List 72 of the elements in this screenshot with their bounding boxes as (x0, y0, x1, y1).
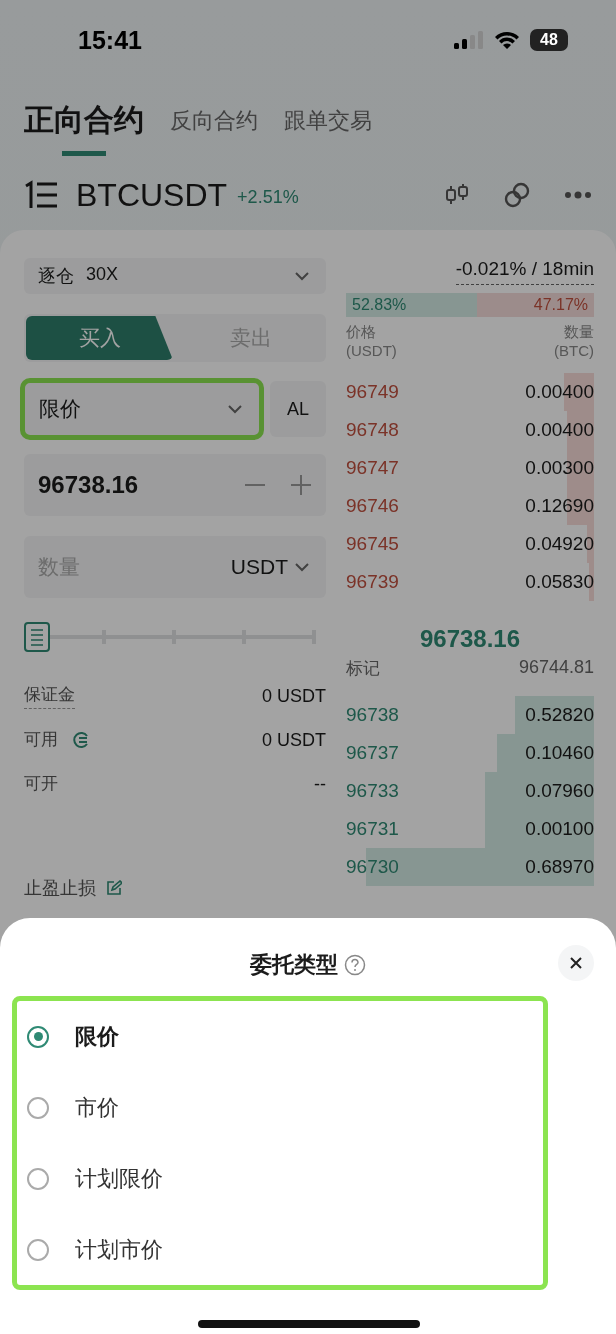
ask-price: 96745 (346, 533, 399, 555)
buy-ratio: 52.83% (352, 296, 407, 314)
sell-ratio: 47.17% (533, 296, 588, 314)
bid-price: 96733 (346, 780, 399, 802)
info-value: -- (314, 773, 326, 795)
transfer-icon[interactable] (72, 731, 90, 749)
more-icon[interactable] (564, 191, 592, 199)
order-type-option[interactable]: 计划限价 (17, 1148, 543, 1209)
mark-label: 标记 (346, 658, 380, 680)
slider-thumb-icon[interactable] (24, 622, 50, 652)
ask-price: 96748 (346, 419, 399, 441)
info-label: 保证金 (24, 683, 75, 709)
ask-price: 96739 (346, 571, 399, 593)
contract-tab[interactable]: 正向合约 (24, 100, 144, 156)
al-button[interactable]: AL (270, 381, 326, 437)
radio-icon[interactable] (27, 1167, 49, 1190)
link-icon[interactable] (504, 182, 530, 208)
plus-icon[interactable] (290, 474, 312, 496)
ask-quantity: 0.00400 (525, 419, 594, 441)
ask-price: 96749 (346, 381, 399, 403)
order-type-select[interactable]: 限价 (20, 378, 264, 440)
bid-quantity: 0.00100 (525, 818, 594, 840)
order-type-option[interactable]: 限价 (17, 1006, 543, 1067)
bid-price: 96731 (346, 818, 399, 840)
battery-indicator: 48 (530, 29, 568, 51)
ask-quantity: 0.00300 (525, 457, 594, 479)
close-icon (569, 956, 583, 970)
ask-quantity: 0.05830 (525, 571, 594, 593)
ask-quantity: 0.00400 (525, 381, 594, 403)
contract-tab[interactable]: 跟单交易 (284, 106, 372, 136)
signal-icon (454, 30, 484, 50)
price-change: +2.51% (237, 186, 299, 208)
contract-tab[interactable]: 反向合约 (170, 106, 258, 136)
info-label: 可用 (24, 728, 58, 751)
bid-quantity: 0.68970 (525, 856, 594, 878)
ask-quantity: 0.12690 (525, 495, 594, 517)
bid-quantity: 0.52820 (525, 704, 594, 726)
wifi-icon (494, 30, 520, 50)
symbol-title: BTCUSDT (76, 176, 228, 214)
bid-price: 96730 (346, 856, 399, 878)
info-value: 0 USDT (262, 685, 326, 707)
menu-icon[interactable] (24, 180, 60, 210)
margin-mode-select[interactable]: 逐仓 30X (24, 258, 326, 294)
last-price: 96738.16 (419, 625, 521, 653)
info-label: 可开 (24, 772, 58, 795)
price-field[interactable]: 96738.16 (24, 454, 326, 516)
ask-price: 96746 (346, 495, 399, 517)
order-type-option[interactable]: 计划市价 (17, 1219, 543, 1280)
mark-price: 96744.81 (518, 657, 594, 679)
column-header: 数量 (564, 323, 594, 342)
close-button[interactable] (558, 945, 594, 981)
tp-sl-label: 止盈止损 (24, 877, 96, 900)
help-icon[interactable] (344, 954, 366, 976)
order-type-option[interactable]: 市价 (17, 1077, 543, 1138)
info-value: 0 USDT (262, 729, 326, 751)
column-header: 价格 (346, 323, 376, 342)
ask-price: 96747 (346, 457, 399, 479)
status-time: 15:41 (78, 25, 142, 55)
bid-quantity: 0.07960 (525, 780, 594, 802)
sheet-title: 委托类型 (250, 951, 338, 979)
column-unit: (USDT) (346, 342, 397, 359)
bid-quantity: 0.10460 (525, 742, 594, 764)
column-unit: (BTC) (554, 342, 594, 359)
radio-icon[interactable] (27, 1096, 49, 1119)
bid-price: 96737 (346, 742, 399, 764)
radio-icon[interactable] (27, 1025, 49, 1048)
radio-icon[interactable] (27, 1238, 49, 1261)
side-tab[interactable]: 买入 (26, 316, 173, 360)
ask-quantity: 0.04920 (525, 533, 594, 555)
funding-rate[interactable]: -0.021% / 18min (455, 258, 594, 285)
edit-icon[interactable] (106, 880, 122, 896)
bid-price: 96738 (346, 704, 399, 726)
